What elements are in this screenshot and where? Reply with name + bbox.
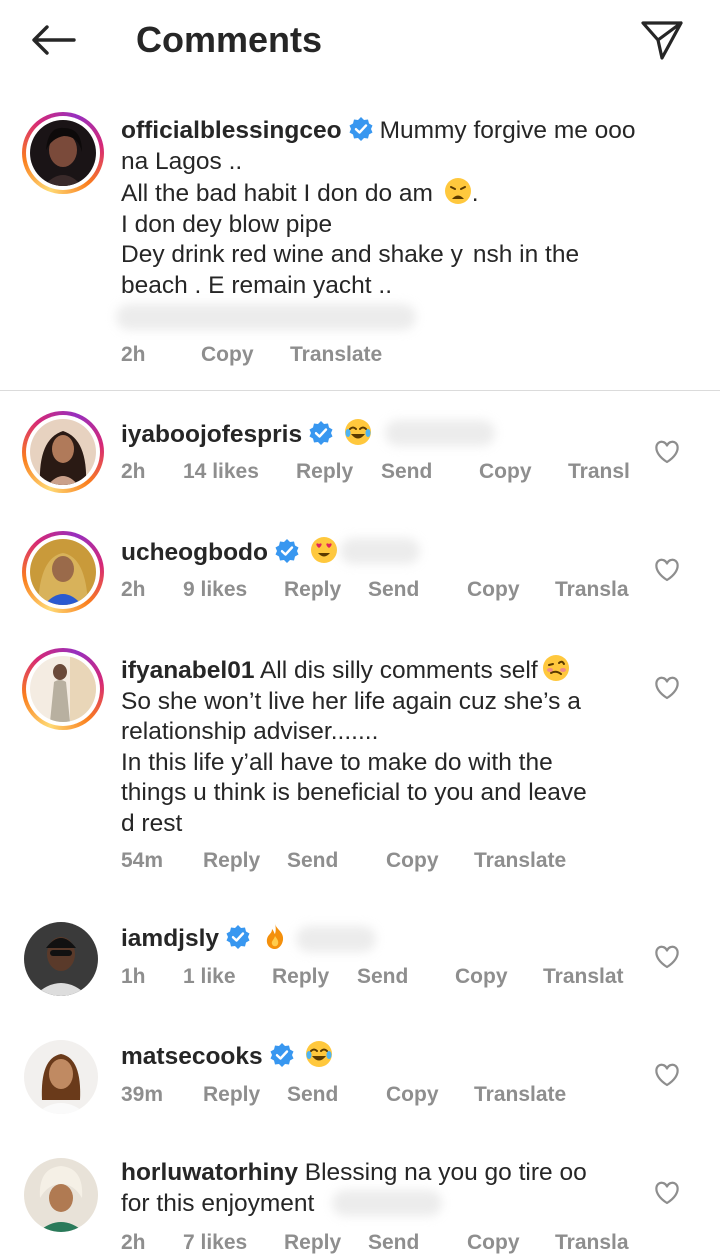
translate-button[interactable]: Translate	[474, 849, 566, 873]
woozy-face-emoji-icon	[542, 655, 569, 681]
caption-line: na Lagos ..	[121, 147, 243, 175]
laughing-tears-emoji-icon	[345, 419, 372, 445]
timestamp: 54m	[121, 849, 164, 872]
caption-line: I don dey blow pipe	[121, 210, 333, 238]
verified-badge-icon	[275, 539, 299, 563]
caption-line: All the bad habit I don do am	[121, 180, 433, 208]
reply-button[interactable]: Reply	[284, 1231, 341, 1255]
reply-button[interactable]: Reply	[284, 578, 341, 602]
comment-line: Blessing na you go tire oo	[304, 1159, 587, 1186]
heart-icon[interactable]	[654, 558, 680, 582]
username[interactable]: horluwatorhiny	[121, 1159, 298, 1186]
avatar[interactable]	[22, 411, 104, 493]
heart-icon[interactable]	[654, 945, 680, 969]
avatar[interactable]	[24, 922, 98, 996]
translate-button[interactable]: Translate	[290, 343, 382, 367]
username[interactable]: matsecooks	[121, 1043, 263, 1070]
caption-line: nsh in the	[472, 241, 580, 269]
translate-button[interactable]: Transl	[568, 460, 630, 484]
blurred-region	[385, 420, 495, 446]
share-button[interactable]	[636, 14, 688, 66]
send-button[interactable]: Send	[381, 460, 432, 484]
avatar[interactable]	[24, 1040, 98, 1114]
send-button[interactable]: Send	[368, 1231, 419, 1255]
weary-face-emoji-icon	[444, 178, 471, 205]
username[interactable]: officialblessingceo	[121, 117, 342, 144]
avatar[interactable]	[24, 1158, 98, 1232]
verified-badge-icon	[309, 421, 333, 445]
reply-button[interactable]: Reply	[203, 1083, 260, 1107]
likes-count[interactable]: 1 like	[183, 965, 236, 989]
timestamp: 2h	[121, 343, 146, 366]
header-bar: Comments	[0, 0, 720, 80]
caption-line: Dey drink red wine and shake y	[121, 241, 463, 269]
timestamp: 2h	[121, 460, 146, 483]
comment-line: things u think is beneficial to you and …	[121, 779, 587, 807]
caption-line: beach . E remain yacht ..	[121, 271, 392, 299]
comment-line: relationship adviser.......	[121, 718, 379, 746]
divider	[0, 390, 720, 391]
page-title: Comments	[136, 19, 323, 60]
comment-line: So she won’t live her life again cuz she…	[121, 687, 581, 715]
timestamp: 2h	[121, 578, 146, 601]
blurred-region	[332, 1190, 442, 1216]
blurred-region	[296, 926, 376, 952]
username[interactable]: iyaboojofespris	[121, 421, 302, 448]
reply-button[interactable]: Reply	[272, 965, 329, 989]
reply-button[interactable]: Reply	[203, 849, 260, 873]
comment-line: d rest	[121, 809, 183, 837]
arrow-left-icon	[32, 25, 76, 55]
avatar[interactable]	[22, 648, 104, 730]
timestamp: 39m	[121, 1083, 164, 1106]
fire-emoji-icon	[266, 924, 284, 949]
comment-line: All dis silly comments self	[259, 657, 538, 684]
send-button[interactable]: Send	[287, 1083, 338, 1107]
likes-count[interactable]: 7 likes	[183, 1231, 247, 1255]
laughing-tears-emoji-icon	[305, 1041, 332, 1067]
translate-button[interactable]: Translat	[543, 965, 624, 989]
comment-line: In this life y’all have to make do with …	[121, 748, 553, 776]
likes-count[interactable]: 9 likes	[183, 578, 247, 602]
verified-badge-icon	[270, 1043, 294, 1067]
send-button[interactable]: Send	[287, 849, 338, 873]
verified-badge-icon	[349, 117, 373, 141]
copy-button[interactable]: Copy	[386, 1083, 439, 1107]
caption-text: officialblessingceo Mummy forgive me ooo …	[121, 117, 636, 299]
copy-button[interactable]: Copy	[455, 965, 508, 989]
heart-icon[interactable]	[654, 1063, 680, 1087]
back-button[interactable]	[28, 18, 78, 62]
comment-line: for this enjoyment	[121, 1189, 315, 1217]
username[interactable]: iamdjsly	[121, 925, 219, 952]
timestamp: 2h	[121, 1231, 146, 1254]
reply-button[interactable]: Reply	[296, 460, 353, 484]
likes-count[interactable]: 14 likes	[183, 460, 259, 484]
translate-button[interactable]: Translate	[474, 1083, 566, 1107]
avatar[interactable]	[22, 531, 104, 613]
translate-button[interactable]: Transla	[555, 1231, 629, 1255]
username[interactable]: ucheogbodo	[121, 539, 268, 566]
translate-button[interactable]: Transla	[555, 578, 629, 602]
copy-button[interactable]: Copy	[479, 460, 532, 484]
heart-icon[interactable]	[654, 676, 680, 700]
copy-button[interactable]: Copy	[386, 849, 439, 873]
heart-icon[interactable]	[654, 440, 680, 464]
blurred-region	[116, 304, 416, 330]
blurred-region	[340, 538, 420, 564]
timestamp: 1h	[121, 965, 146, 988]
heart-icon[interactable]	[654, 1181, 680, 1205]
paper-plane-icon	[641, 21, 683, 60]
heart-eyes-emoji-icon	[310, 537, 337, 563]
send-button[interactable]: Send	[357, 965, 408, 989]
caption-line: Mummy forgive me ooo	[379, 117, 636, 144]
send-button[interactable]: Send	[368, 578, 419, 602]
username[interactable]: ifyanabel01	[121, 657, 254, 684]
copy-button[interactable]: Copy	[467, 1231, 520, 1255]
copy-button[interactable]: Copy	[201, 343, 254, 367]
verified-badge-icon	[226, 925, 250, 949]
avatar[interactable]	[22, 112, 104, 194]
copy-button[interactable]: Copy	[467, 578, 520, 602]
